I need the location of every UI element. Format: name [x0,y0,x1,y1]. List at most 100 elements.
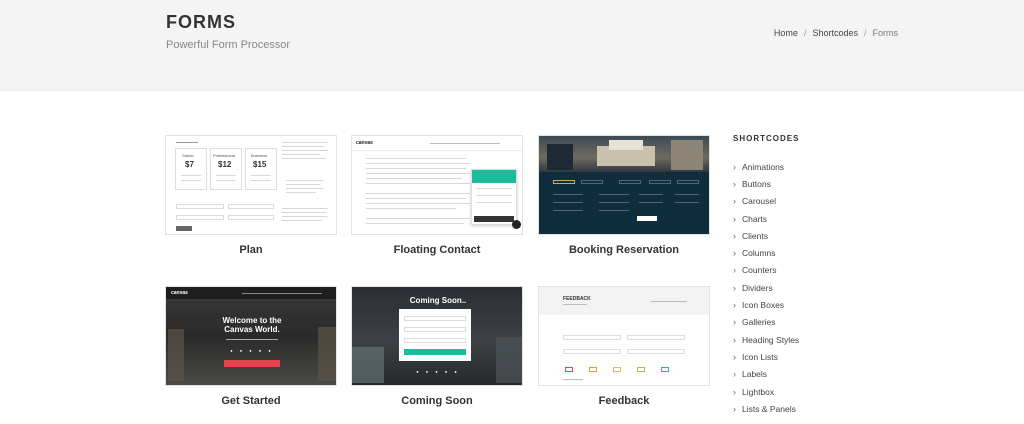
thumb-cta [224,360,280,367]
sidebar-item-labels[interactable]: › Labels [733,366,893,383]
thumb-line [366,183,470,184]
breadcrumb-separator: / [863,28,867,38]
chevron-right-icon: › [733,161,736,172]
card-get-started[interactable]: canvas Welcome to the Canvas World. ● ● … [165,286,337,407]
thumb-decor [318,327,336,381]
thumb-floating-panel [471,169,517,225]
thumb-rating-box [589,367,597,372]
thumb-line [599,194,629,195]
thumb-field [627,349,685,354]
sidebar-item-lists-panels[interactable]: › Lists & Panels [733,400,893,417]
plan-name: Business [251,153,268,158]
sidebar-item-clients[interactable]: › Clients [733,227,893,244]
card-title[interactable]: Floating Contact [351,244,523,256]
thumb-line [282,158,326,159]
thumb-rating-box [613,367,621,372]
plan-name: Professional [213,153,236,158]
thumb-field [581,180,603,184]
thumb-line [553,202,583,203]
card-thumbnail-get-started[interactable]: canvas Welcome to the Canvas World. ● ● … [165,286,337,386]
sidebar-item-dividers[interactable]: › Dividers [733,279,893,296]
thumb-line [366,203,470,204]
thumb-headline: Welcome to the [222,316,282,325]
chevron-right-icon: › [733,351,736,362]
chevron-right-icon: › [733,300,736,311]
sidebar-item-label: Columns [742,248,776,259]
sidebar-item-label: Dividers [742,282,773,293]
card-thumbnail-floating-contact[interactable]: canvas [351,135,523,235]
card-title[interactable]: Plan [165,244,337,256]
thumb-line [599,210,629,211]
thumb-line [251,180,271,181]
thumb-nav [242,293,322,294]
sidebar-item-animations[interactable]: › Animations [733,158,893,175]
sidebar-item-charts[interactable]: › Charts [733,210,893,227]
card-title[interactable]: Booking Reservation [538,244,710,256]
thumb-rating-box [661,367,669,372]
thumb-float-toggle [512,220,521,229]
sidebar-item-carousel[interactable]: › Carousel [733,193,893,210]
breadcrumb-shortcodes-link[interactable]: Shortcodes [812,28,858,38]
thumb-line [216,180,236,181]
card-plan[interactable]: Starter $7 Professional $12 Business $15 [165,135,337,256]
sidebar-item-label: Lists & Panels [742,403,796,414]
card-title[interactable]: Coming Soon [351,395,523,407]
sidebar-item-columns[interactable]: › Columns [733,244,893,261]
thumb-form-panel [399,309,471,361]
sidebar-item-heading-styles[interactable]: › Heading Styles [733,331,893,348]
thumb-line [651,301,687,302]
sidebar-item-icon-lists[interactable]: › Icon Lists [733,348,893,365]
thumb-line [476,202,512,203]
thumb-line [286,184,320,185]
chevron-right-icon: › [733,248,736,259]
sidebar-item-icon-boxes[interactable]: › Icon Boxes [733,296,893,313]
thumb-line [282,154,320,155]
thumb-field [627,335,685,340]
thumb-submit [637,216,657,221]
thumb-line [366,193,470,194]
thumb-headline: Canvas World. [224,325,280,334]
chevron-right-icon: › [733,178,736,189]
sidebar-item-label: Clients [742,230,768,241]
thumb-divider [352,150,522,151]
card-title[interactable]: Get Started [165,395,337,407]
thumb-line [216,175,236,176]
card-feedback[interactable]: FEEDBACK Feedback [538,286,710,407]
thumb-social-icons: ● ● ● ● ● [230,348,274,353]
thumb-brand: canvas [171,290,188,296]
sidebar-item-buttons[interactable]: › Buttons [733,175,893,192]
thumb-field [228,215,274,220]
card-floating-contact[interactable]: canvas Floating Contact [351,135,523,256]
thumb-photo-detail [547,144,573,170]
sidebar-heading: SHORTCODES [733,134,800,143]
breadcrumb-home-link[interactable]: Home [774,28,798,38]
thumb-line [675,194,699,195]
sidebar-item-lightbox[interactable]: › Lightbox [733,383,893,400]
thumb-decor [496,337,522,383]
thumb-field [176,215,224,220]
thumb-field [176,204,224,209]
sidebar-item-label: Icon Boxes [742,300,785,311]
card-thumbnail-feedback[interactable]: FEEDBACK [538,286,710,386]
thumb-submit [404,349,466,355]
chevron-right-icon: › [733,230,736,241]
shortcodes-sidebar: SHORTCODES › Animations › Buttons › Carouse… [733,134,893,417]
card-coming-soon[interactable]: Coming Soon.. ● ● ● ● ● Coming Soon [351,286,523,407]
card-thumbnail-booking-reservation[interactable] [538,135,710,235]
thumb-line [366,168,466,169]
card-thumbnail-coming-soon[interactable]: Coming Soon.. ● ● ● ● ● [351,286,523,386]
thumb-line [282,146,324,147]
sidebar-item-label: Labels [742,369,768,380]
thumb-photo-detail [671,140,703,170]
card-thumbnail-plan[interactable]: Starter $7 Professional $12 Business $15 [165,135,337,235]
thumb-line [366,173,470,174]
card-booking-reservation[interactable]: Booking Reservation [538,135,710,256]
breadcrumb: Home / Shortcodes / Forms [774,28,898,38]
sidebar-item-label: Icon Lists [742,351,778,362]
sidebar-item-galleries[interactable]: › Galleries [733,314,893,331]
sidebar-item-counters[interactable]: › Counters [733,262,893,279]
thumb-line [286,192,316,193]
chevron-right-icon: › [733,334,736,345]
sidebar-item-label: Galleries [742,317,776,328]
card-title[interactable]: Feedback [538,395,710,407]
